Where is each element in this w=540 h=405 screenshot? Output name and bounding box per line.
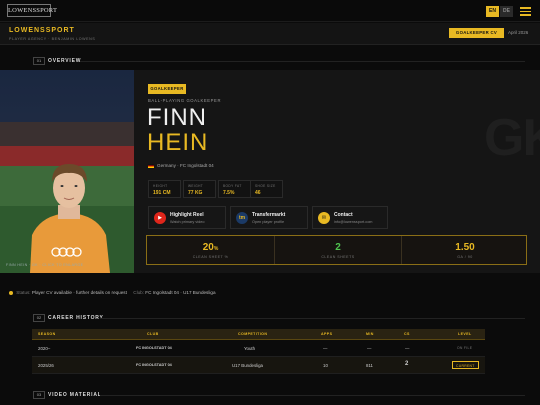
player-last-name: HEIN bbox=[147, 129, 209, 156]
section-title: CAREER HISTORY bbox=[48, 315, 104, 321]
germany-flag-icon bbox=[148, 163, 154, 168]
section-career-header: 02 CAREER HISTORY bbox=[0, 312, 540, 324]
kpi-label: CLEAN SHEETS bbox=[321, 255, 355, 259]
status-text: Player CV available · further details on… bbox=[31, 290, 127, 295]
stat-value: 7.5% bbox=[223, 190, 235, 196]
section-divider bbox=[80, 61, 525, 62]
email-icon: ✉ bbox=[318, 212, 330, 224]
highlight-reel-link[interactable]: ▶ Highlight Reel Watch primary video bbox=[148, 206, 226, 229]
stat-label: BODY FAT bbox=[223, 184, 242, 188]
kpi-label: CLEAN SHEET % bbox=[192, 255, 229, 259]
hamburger-menu-icon[interactable] bbox=[520, 7, 531, 18]
section-divider bbox=[100, 318, 525, 319]
section-number: 03 bbox=[33, 391, 45, 399]
status-bar: Status: Player CV available · further de… bbox=[9, 290, 529, 295]
kpi-label: GA / 90 bbox=[457, 255, 473, 259]
cell-min: — bbox=[367, 346, 372, 351]
cell-season: 2025/26 bbox=[38, 363, 54, 368]
header-date: April 2026 bbox=[508, 30, 529, 35]
link-title: Highlight Reel bbox=[170, 212, 204, 218]
stat-value: 191 CM bbox=[153, 190, 171, 196]
stat-value: 46 bbox=[255, 190, 261, 196]
brand-logo[interactable]: LOWENSSPORT bbox=[7, 4, 57, 17]
transfermarkt-link[interactable]: tm Transfermarkt Open player profile bbox=[230, 206, 308, 229]
table-header: SEASON CLUB COMPETITION APPS MIN CS LEVE… bbox=[32, 329, 485, 340]
cell-club: FC INGOLSTADT 04 bbox=[136, 346, 172, 350]
player-photo[interactable] bbox=[0, 70, 134, 273]
cell-season: 2020– bbox=[38, 346, 51, 351]
link-subtitle: info@lowenssport.com bbox=[334, 220, 373, 224]
stat-value: 77 KG bbox=[188, 190, 203, 196]
language-de-button[interactable]: DE bbox=[500, 6, 513, 17]
header-brand: LOWENSSPORT bbox=[9, 27, 75, 34]
column-header: CS bbox=[404, 332, 410, 336]
background-position-text: GK bbox=[484, 109, 540, 167]
table-row[interactable]: 2020– FC INGOLSTADT 04 Youth — — — ON FI… bbox=[32, 340, 485, 357]
transfermarkt-icon: tm bbox=[236, 212, 248, 224]
section-number: 02 bbox=[33, 314, 45, 322]
top-navigation-bar: LOWENSSPORT EN DE bbox=[0, 0, 540, 22]
cell-club: FC INGOLSTADT 04 bbox=[136, 363, 172, 367]
kpi-goals-against-90: 1.50 GA / 90 bbox=[401, 236, 528, 264]
stat-body-fat: BODY FAT 7.5% bbox=[218, 180, 251, 198]
kpi-value: 1.50 bbox=[455, 242, 475, 253]
photo-caption[interactable]: FINN HEIN · GK · CLICK TO ENLARGE bbox=[6, 263, 83, 267]
nationality-club-text: Germany · FC Ingolstadt 04 bbox=[157, 163, 214, 168]
cell-competition: Youth bbox=[244, 346, 256, 351]
cell-apps: — bbox=[323, 346, 328, 351]
section-divider bbox=[100, 395, 525, 396]
stat-label: WEIGHT bbox=[188, 184, 204, 188]
language-en-button[interactable]: EN bbox=[486, 6, 499, 17]
stat-label: HEIGHT bbox=[153, 184, 168, 188]
column-header: SEASON bbox=[38, 332, 56, 336]
player-photo-illustration bbox=[0, 70, 134, 273]
cell-apps: 10 bbox=[323, 363, 328, 368]
kpi-panel: 20% CLEAN SHEET % 2 CLEAN SHEETS 1.50 GA… bbox=[146, 235, 527, 265]
cell-cs: 2 bbox=[405, 361, 409, 367]
cell-cs: — bbox=[405, 346, 410, 351]
table-row[interactable]: 2025/26 FC INGOLSTADT 04 U17 Bundesliga … bbox=[32, 357, 485, 374]
link-subtitle: Open player profile bbox=[252, 220, 285, 224]
section-overview-header: 01 OVERVIEW bbox=[0, 55, 540, 67]
status-label: Status: bbox=[16, 290, 31, 295]
link-title: Transfermarkt bbox=[252, 212, 286, 218]
play-icon: ▶ bbox=[154, 212, 166, 224]
kpi-clean-sheets: 2 CLEAN SHEETS bbox=[274, 236, 401, 264]
stat-weight: WEIGHT 77 KG bbox=[183, 180, 216, 198]
section-title: OVERVIEW bbox=[48, 58, 82, 64]
section-video-header: 03 VIDEO MATERIAL bbox=[0, 389, 540, 401]
cell-min: 811 bbox=[366, 363, 373, 368]
club-label: Club: bbox=[133, 290, 144, 295]
level-tag: ON FILE bbox=[457, 346, 473, 350]
player-role: BALL-PLAYING GOALKEEPER bbox=[148, 98, 222, 103]
nationality-club: Germany · FC Ingolstadt 04 bbox=[148, 163, 214, 168]
position-badge: GOALKEEPER bbox=[148, 84, 186, 94]
level-tag: CURRENT bbox=[452, 361, 479, 369]
section-title: VIDEO MATERIAL bbox=[48, 392, 102, 398]
column-header: COMPETITION bbox=[238, 332, 268, 336]
cell-competition: U17 Bundesliga bbox=[232, 363, 264, 368]
stat-height: HEIGHT 191 CM bbox=[148, 180, 181, 198]
column-header: MIN bbox=[366, 332, 374, 336]
column-header: CLUB bbox=[147, 332, 159, 336]
section-number: 01 bbox=[33, 57, 45, 65]
kpi-clean-sheet-pct: 20% CLEAN SHEET % bbox=[147, 236, 274, 264]
career-table: SEASON CLUB COMPETITION APPS MIN CS LEVE… bbox=[32, 329, 485, 374]
kpi-value: 2 bbox=[335, 242, 341, 253]
kpi-value: 20% bbox=[202, 242, 219, 253]
link-subtitle: Watch primary video bbox=[170, 220, 205, 224]
goalkeeper-cv-button[interactable]: GOALKEEPER CV bbox=[449, 28, 504, 38]
contact-link[interactable]: ✉ Contact info@lowenssport.com bbox=[312, 206, 388, 229]
player-first-name: FINN bbox=[147, 104, 207, 131]
header-subtitle: PLAYER AGENCY · BENJAMIN LOWENS bbox=[9, 37, 96, 41]
club-text: FC Ingolstadt 04 · U17 Bundesliga bbox=[145, 290, 216, 295]
status-dot-icon bbox=[9, 290, 13, 295]
stat-label: SHOE SIZE bbox=[255, 184, 276, 188]
column-header: APPS bbox=[321, 332, 333, 336]
link-title: Contact bbox=[334, 212, 353, 218]
column-header: LEVEL bbox=[458, 332, 472, 336]
stat-shoe-size: SHOE SIZE 46 bbox=[250, 180, 283, 198]
